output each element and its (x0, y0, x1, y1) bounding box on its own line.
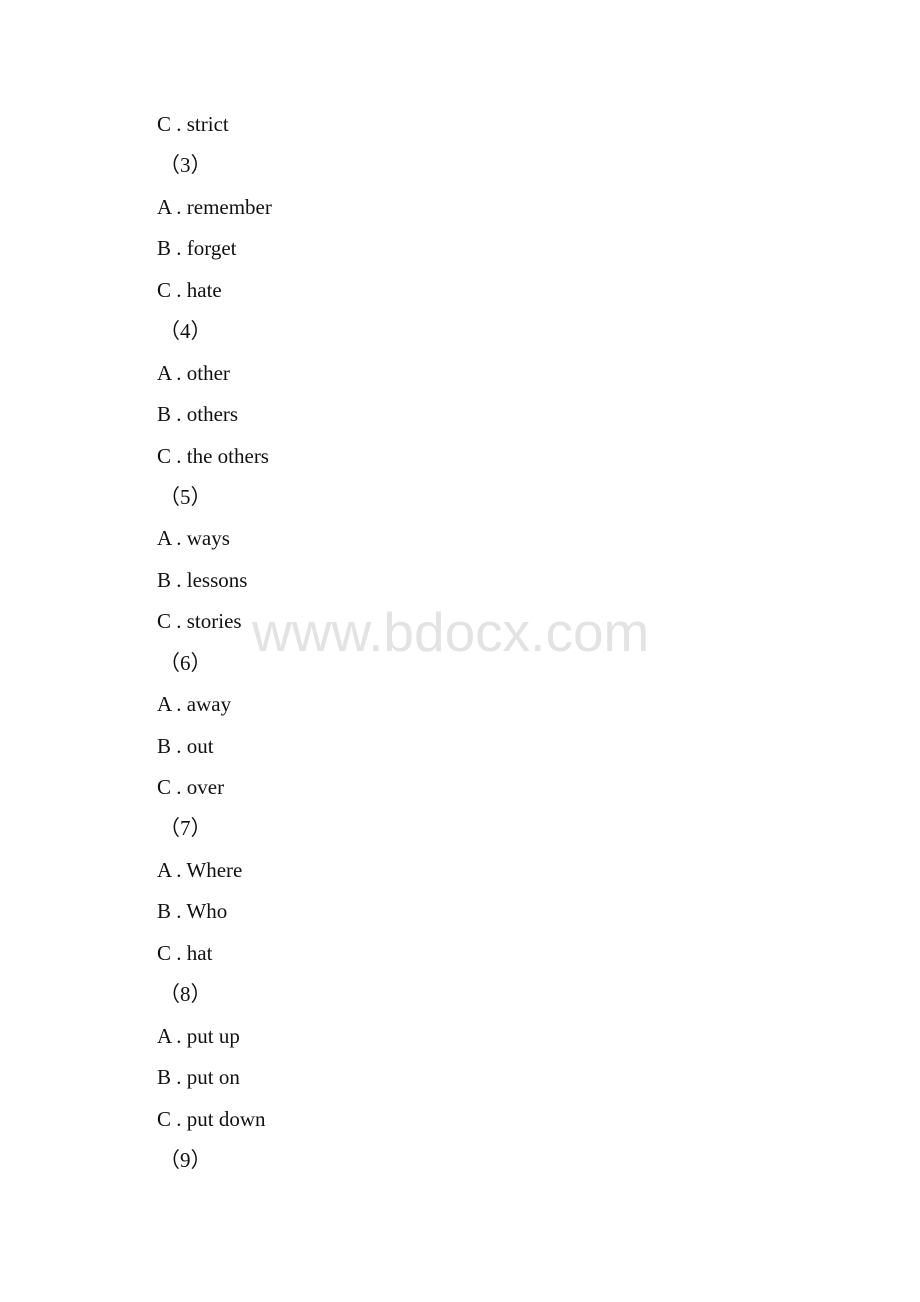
option-line: A . remember (157, 194, 272, 219)
option-line: A . away (157, 692, 232, 717)
option-line: B . out (157, 733, 214, 758)
option-line: A . other (157, 360, 230, 385)
option-line: C . put down (157, 1106, 266, 1131)
option-line: B . put on (157, 1065, 240, 1090)
question-number: （7） (159, 816, 212, 841)
option-line: B . lessons (157, 567, 248, 592)
question-number: （4） (159, 319, 212, 344)
question-options-list: C . strict （3） A . remember B . forget C… (157, 110, 272, 1187)
question-number: （8） (159, 982, 212, 1007)
option-line: B . others (157, 402, 239, 427)
option-line: C . hat (157, 940, 213, 965)
option-line: C . strict (157, 112, 229, 136)
document-page: C . strict （3） A . remember B . forget C… (0, 0, 920, 1302)
option-line: C . hate (157, 277, 222, 302)
question-number: （6） (159, 650, 212, 675)
option-line: B . Who (157, 899, 228, 924)
option-line: C . over (157, 775, 225, 799)
option-line: A . put up (157, 1023, 240, 1048)
option-line: A . ways (157, 526, 230, 551)
option-line: B . forget (157, 236, 237, 261)
watermark: www.bdocx.com (252, 601, 650, 663)
question-number: （3） (159, 153, 212, 178)
option-line: C . the others (157, 443, 269, 468)
question-number: （5） (159, 484, 212, 509)
question-number: （9） (159, 1147, 212, 1172)
option-line: A . Where (157, 857, 243, 882)
option-line: C . stories (157, 609, 242, 634)
